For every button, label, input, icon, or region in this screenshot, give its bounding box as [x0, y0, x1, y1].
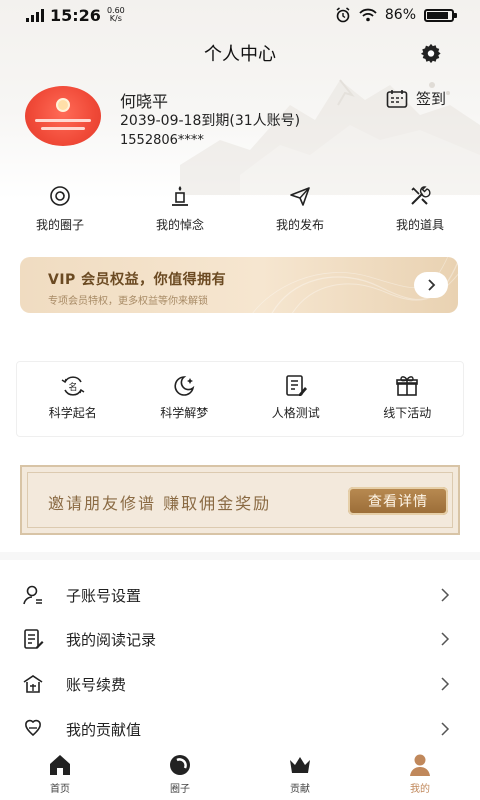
vip-card[interactable]: VIP 会员权益，你值得拥有 专项会员特权，更多权益等你来解锁: [20, 257, 458, 313]
status-time: 15:26: [50, 5, 101, 25]
tool-offline-events[interactable]: 线下活动: [352, 362, 464, 436]
quick-link-my-props[interactable]: 我的道具: [360, 184, 480, 233]
nav-label: 圈子: [170, 784, 190, 795]
nav-label: 首页: [50, 784, 70, 795]
reading-icon: [24, 629, 44, 649]
page-title: 个人中心: [204, 44, 276, 65]
test-icon: [285, 375, 307, 396]
naming-icon: 名: [61, 376, 85, 396]
chevron-right-icon: [441, 588, 450, 602]
menu-item-sub-account[interactable]: 子账号设置: [0, 573, 480, 617]
alarm-icon: [336, 7, 350, 23]
svg-text:名: 名: [68, 381, 77, 393]
candle-icon: [172, 186, 188, 206]
tool-label: 人格测试: [271, 406, 320, 420]
battery-icon: [424, 8, 457, 22]
signin-label: 签到: [416, 90, 447, 108]
battery-percent: 86%: [384, 7, 416, 23]
section-divider: [0, 552, 480, 560]
vip-subtitle: 专项会员特权，更多权益等你来解锁: [48, 296, 208, 307]
nav-label: 我的: [410, 784, 430, 795]
circle-nav-icon: [170, 755, 190, 775]
tool-naming[interactable]: 名 科学起名: [17, 362, 129, 436]
home-icon: [50, 755, 70, 775]
quick-link-label: 我的道具: [395, 218, 444, 232]
tool-label: 科学起名: [48, 406, 97, 420]
nav-label: 贡献: [290, 784, 310, 795]
gift-icon: [396, 376, 419, 396]
chevron-right-icon: [441, 722, 450, 736]
membership-expiry: 2039-09-18到期(31人账号): [120, 113, 301, 129]
quick-link-label: 我的悼念: [155, 218, 204, 232]
vip-title: VIP 会员权益，你值得拥有: [48, 272, 227, 288]
renew-icon: [23, 675, 43, 693]
avatar[interactable]: [25, 86, 101, 146]
profile-icon: [410, 754, 430, 776]
quick-link-my-posts[interactable]: 我的发布: [240, 184, 360, 233]
signin-button[interactable]: 签到: [386, 88, 446, 109]
tool-label: 线下活动: [383, 406, 432, 420]
tool-label: 科学解梦: [160, 406, 209, 420]
nav-circle[interactable]: 圈子: [120, 750, 240, 800]
menu-label: 账号续费: [66, 675, 127, 694]
wifi-icon: [359, 8, 377, 22]
menu-item-contribution[interactable]: 我的贡献值: [0, 707, 480, 751]
user-name: 何晓平: [120, 92, 169, 111]
gear-icon[interactable]: [420, 42, 442, 64]
crown-icon: [290, 757, 310, 773]
invite-banner[interactable]: 邀请朋友修谱 赚取佣金奖励 查看详情: [20, 465, 460, 535]
nav-profile[interactable]: 我的: [360, 750, 480, 800]
vip-arrow-button[interactable]: [414, 272, 448, 298]
nav-home[interactable]: 首页: [0, 750, 120, 800]
quick-link-my-circle[interactable]: 我的圈子: [0, 184, 120, 233]
chevron-right-icon: [441, 677, 450, 691]
view-details-button[interactable]: 查看详情: [348, 487, 448, 515]
quick-link-my-memorial[interactable]: 我的悼念: [120, 184, 240, 233]
menu-item-reading-history[interactable]: 我的阅读记录: [0, 617, 480, 661]
paper-plane-icon: [290, 187, 310, 206]
tools-icon: [411, 186, 431, 205]
tools-card: 名 科学起名 科学解梦 人格测试 线下活动: [16, 361, 464, 437]
quick-links: 我的圈子 我的悼念 我的发布 我的道具: [0, 184, 480, 233]
invite-text: 邀请朋友修谱 赚取佣金奖励: [48, 494, 272, 513]
user-phone: 1552806****: [120, 133, 204, 148]
battery-fill: [427, 11, 448, 19]
status-bar: 15:26 0.60 K/s 86%: [0, 0, 480, 30]
user-settings-icon: [23, 585, 42, 605]
nav-contribution[interactable]: 贡献: [240, 750, 360, 800]
calendar-icon: [386, 89, 408, 108]
tool-personality[interactable]: 人格测试: [240, 362, 352, 436]
chevron-right-icon: [428, 279, 436, 291]
network-speed: 0.60 K/s: [106, 6, 125, 23]
quick-link-label: 我的发布: [275, 218, 324, 232]
circle-icon: [50, 186, 70, 206]
moon-icon: [174, 376, 195, 396]
tool-dream[interactable]: 科学解梦: [129, 362, 241, 436]
menu-label: 我的阅读记录: [66, 630, 157, 649]
menu-label: 我的贡献值: [66, 720, 142, 739]
chevron-right-icon: [441, 632, 450, 646]
menu-label: 子账号设置: [66, 586, 142, 605]
quick-link-label: 我的圈子: [35, 218, 84, 232]
signal-icon: [26, 8, 44, 22]
bottom-nav: 首页 圈子 贡献 我的: [0, 750, 480, 800]
menu-item-renewal[interactable]: 账号续费: [0, 662, 480, 706]
contribution-icon: [25, 719, 41, 737]
